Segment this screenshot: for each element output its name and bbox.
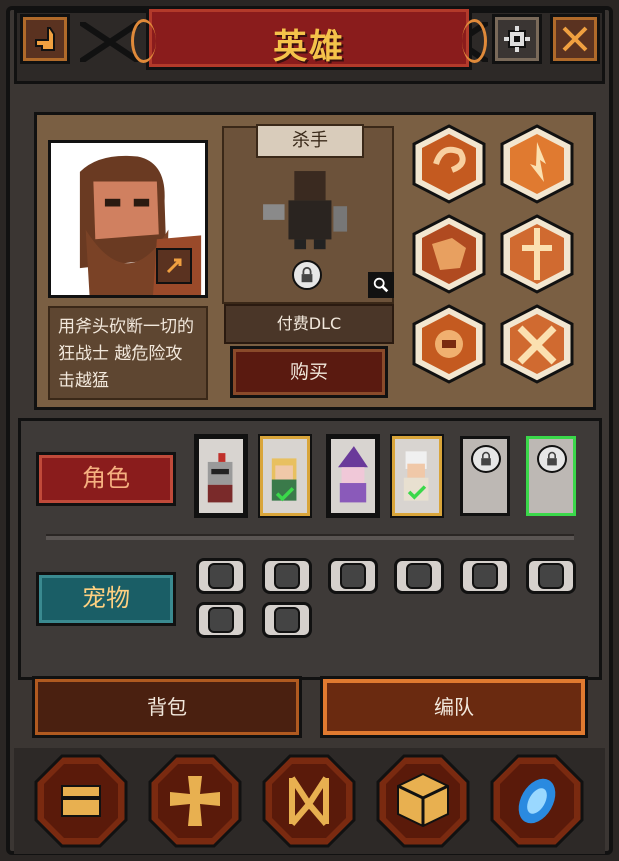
lock-icon: [274, 607, 300, 633]
flame-skill-icon: [500, 124, 574, 204]
dlc-label: 付费DLC: [224, 304, 394, 344]
nav-portal-button[interactable]: [490, 754, 584, 848]
cross-icon: [148, 754, 242, 848]
cross-slash-skill-icon: [500, 304, 574, 384]
skill-slot[interactable]: [412, 214, 486, 294]
lock-icon: [538, 563, 564, 589]
roster-divider: [46, 534, 574, 540]
nav-chest-button[interactable]: [34, 754, 128, 848]
settings-button[interactable]: [492, 14, 542, 64]
lock-icon: [301, 266, 313, 283]
lock-badge: [537, 445, 567, 473]
buy-button[interactable]: 购买: [230, 346, 388, 398]
lock-icon: [274, 563, 300, 589]
nav-cross-button[interactable]: [148, 754, 242, 848]
lock-icon: [340, 563, 366, 589]
skill-slot[interactable]: [500, 124, 574, 204]
hero-description: 用斧头砍断一切的狂战士 越危险攻击越猛: [48, 306, 208, 400]
pet-slot[interactable]: [328, 558, 378, 594]
skill-slot[interactable]: [500, 304, 574, 384]
hero-lock-badge: [292, 260, 322, 290]
close-icon: [562, 26, 588, 52]
gear-icon: [504, 26, 530, 52]
pet-slot[interactable]: [460, 558, 510, 594]
box-icon: [376, 754, 470, 848]
title-plate: 英雄: [131, 6, 487, 70]
hero-card-locked-selected[interactable]: [526, 436, 576, 516]
close-button[interactable]: [550, 14, 600, 64]
priest-sprite-icon: [403, 451, 429, 501]
role-category-button[interactable]: 角色: [36, 452, 176, 506]
expand-icon: [166, 258, 182, 274]
hero-card-priest[interactable]: [392, 436, 442, 516]
pet-slot[interactable]: [196, 602, 246, 638]
hero-card-witch[interactable]: [328, 436, 378, 516]
knight-sprite-icon: [207, 453, 233, 503]
nav-rune-button[interactable]: [262, 754, 356, 848]
nav-box-button[interactable]: [376, 754, 470, 848]
pet-category-button[interactable]: 宠物: [36, 572, 176, 626]
lock-icon: [547, 451, 557, 466]
search-icon: [373, 277, 389, 293]
skill-slot[interactable]: [412, 304, 486, 384]
pet-slot[interactable]: [262, 602, 312, 638]
preview-zoom-button[interactable]: [368, 272, 394, 298]
swirl-skill-icon: [412, 124, 486, 204]
chest-icon: [34, 754, 128, 848]
pet-slot[interactable]: [262, 558, 312, 594]
lock-badge: [471, 445, 501, 473]
witch-sprite-icon: [338, 446, 368, 503]
hero-class-label: 杀手: [256, 124, 364, 158]
skill-slot[interactable]: [500, 214, 574, 294]
hero-card-knight[interactable]: [196, 436, 246, 516]
back-arrow-icon: [35, 27, 55, 51]
lock-icon: [472, 563, 498, 589]
pet-slot[interactable]: [526, 558, 576, 594]
page-title: 英雄: [273, 27, 345, 67]
rune-icon: [262, 754, 356, 848]
hero-card-locked[interactable]: [460, 436, 510, 516]
lock-icon: [406, 563, 432, 589]
beast-skill-icon: [412, 214, 486, 294]
tab-team[interactable]: 编队: [320, 676, 588, 738]
portrait-expand-button[interactable]: [156, 248, 192, 284]
portal-icon: [490, 754, 584, 848]
back-button[interactable]: [20, 14, 70, 64]
skill-slot[interactable]: [412, 124, 486, 204]
split-skill-icon: [500, 214, 574, 294]
tab-bag[interactable]: 背包: [32, 676, 302, 738]
elf-sprite-icon: [271, 458, 297, 502]
hero-card-elf[interactable]: [260, 436, 310, 516]
pet-slot[interactable]: [394, 558, 444, 594]
lock-icon: [208, 563, 234, 589]
rage-skill-icon: [412, 304, 486, 384]
pet-slot[interactable]: [196, 558, 246, 594]
lock-icon: [208, 607, 234, 633]
lock-icon: [481, 451, 491, 466]
